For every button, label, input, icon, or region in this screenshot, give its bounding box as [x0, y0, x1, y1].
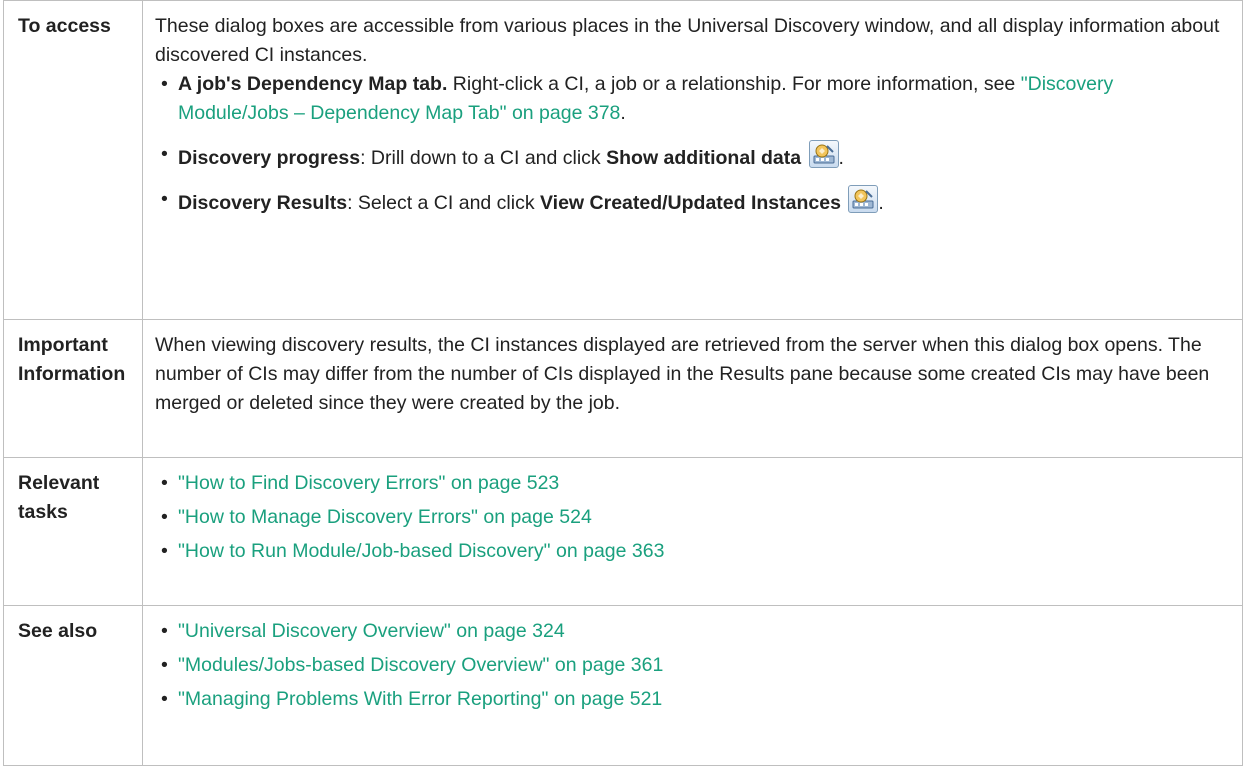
- list-item: • "Universal Discovery Overview" on page …: [155, 617, 1228, 646]
- row-content-relevant-tasks: • "How to Find Discovery Errors" on page …: [142, 457, 1243, 606]
- bullet: •: [161, 620, 168, 642]
- task-link[interactable]: "How to Manage Discovery Errors" on page…: [178, 506, 592, 528]
- see-also-link[interactable]: "Universal Discovery Overview" on page 3…: [178, 620, 565, 642]
- row-label-important-information: Important Information: [3, 319, 143, 458]
- row-important-information: Important Information When viewing disco…: [3, 319, 1243, 458]
- bullet: •: [161, 188, 168, 210]
- row-content-important-information: When viewing discovery results, the CI i…: [142, 319, 1243, 458]
- list-item: • "Modules/Jobs-based Discovery Overview"…: [155, 651, 1228, 680]
- bullet: •: [161, 73, 168, 95]
- access-intro: These dialog boxes are accessible from v…: [155, 15, 1220, 66]
- view-instances-icon: [848, 185, 879, 213]
- access-item-text: Right-click a CI, a job or a relationshi…: [447, 73, 1021, 95]
- access-item-text: : Select a CI and click: [347, 192, 541, 214]
- list-item: • "Managing Problems With Error Reporting…: [155, 685, 1228, 714]
- bullet: •: [161, 654, 168, 676]
- task-link[interactable]: "How to Find Discovery Errors" on page 5…: [178, 472, 559, 494]
- access-item-title: Discovery progress: [178, 147, 361, 169]
- access-item-text: : Drill down to a CI and click: [360, 147, 607, 169]
- bullet: •: [161, 540, 168, 562]
- see-also-link[interactable]: "Modules/Jobs-based Discovery Overview" …: [178, 654, 663, 676]
- row-relevant-tasks: Relevant tasks • "How to Find Discovery E…: [3, 457, 1243, 606]
- row-label-to-access: To access: [3, 0, 143, 320]
- bullet: •: [161, 143, 168, 165]
- access-item-command: Show additional data: [606, 147, 802, 169]
- list-item: • "How to Find Discovery Errors" on page …: [155, 469, 1228, 498]
- access-item-title: Discovery Results: [178, 192, 348, 214]
- task-link[interactable]: "How to Run Module/Job-based Discovery" …: [178, 540, 664, 562]
- access-item-end: .: [878, 192, 884, 214]
- access-item-end: .: [620, 102, 626, 124]
- access-list: • A job's Dependency Map tab. Right-click…: [155, 70, 1228, 218]
- access-item-command: View Created/Updated Instances: [540, 192, 841, 214]
- row-see-also: See also • "Universal Discovery Overview"…: [3, 605, 1243, 766]
- row-label-relevant-tasks: Relevant tasks: [3, 457, 143, 606]
- access-item-end: .: [838, 147, 844, 169]
- row-content-to-access: These dialog boxes are accessible from v…: [142, 0, 1243, 320]
- see-also-link[interactable]: "Managing Problems With Error Reporting"…: [178, 688, 662, 710]
- important-text: When viewing discovery results, the CI i…: [155, 334, 1210, 414]
- see-also-list: • "Universal Discovery Overview" on page …: [155, 617, 1228, 714]
- info-table: To access These dialog boxes are accessi…: [3, 0, 1243, 766]
- row-label-see-also: See also: [3, 605, 143, 766]
- row-content-see-also: • "Universal Discovery Overview" on page …: [142, 605, 1243, 766]
- list-item: • "How to Run Module/Job-based Discovery"…: [155, 537, 1228, 566]
- bullet: •: [161, 472, 168, 494]
- list-item: • Discovery Results: Select a CI and cli…: [155, 185, 1228, 218]
- tasks-list: • "How to Find Discovery Errors" on page …: [155, 469, 1228, 566]
- access-item-title: A job's Dependency Map tab.: [178, 73, 448, 95]
- bullet: •: [161, 688, 168, 710]
- row-to-access: To access These dialog boxes are accessi…: [3, 0, 1243, 320]
- show-additional-data-icon: [808, 140, 839, 168]
- bullet: •: [161, 506, 168, 528]
- list-item: • Discovery progress: Drill down to a CI …: [155, 140, 1228, 173]
- list-item: • "How to Manage Discovery Errors" on pag…: [155, 503, 1228, 532]
- list-item: • A job's Dependency Map tab. Right-click…: [155, 70, 1228, 128]
